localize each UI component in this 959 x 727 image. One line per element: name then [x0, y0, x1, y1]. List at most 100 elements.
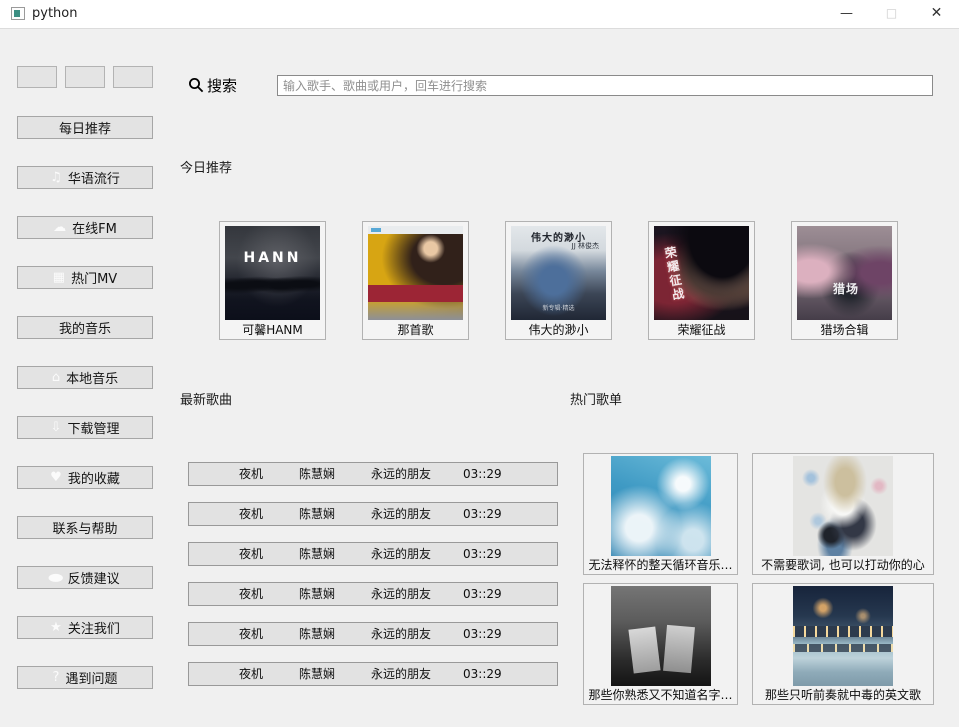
album-card[interactable]: 猎场 猎场合辑 [791, 221, 898, 340]
song-row[interactable]: 夜机 陈慧娴 永远的朋友 03::29 [188, 462, 558, 486]
album-title: 可馨HANM [242, 323, 303, 337]
search-input[interactable] [277, 75, 933, 96]
sidebar-item-label: 华语流行 [67, 172, 120, 187]
sidebar-item-problems[interactable]: ? 遇到问题 [17, 666, 153, 689]
sidebar-item-label: 本地音乐 [66, 372, 119, 387]
close-button[interactable]: ✕ [914, 0, 959, 28]
sidebar-item-label: 联系与帮助 [52, 522, 118, 537]
playlist-card[interactable]: 不需要歌词, 也可以打动你的心 [752, 453, 934, 575]
album-cover-foottext: 新专辑·精选 [542, 305, 575, 312]
song-name: 夜机 [239, 467, 264, 481]
song-artist: 陈慧娴 [299, 547, 336, 561]
album-cover-text: 猎场 [833, 282, 860, 296]
sidebar-item-label: 关注我们 [67, 622, 120, 637]
album-card[interactable]: HANN 可馨HANM [219, 221, 326, 340]
playlist-cover-art [610, 586, 711, 686]
album-cover-band [368, 285, 463, 302]
sidebar-item-label: 反馈建议 [67, 572, 120, 587]
album-title: 猎场合辑 [820, 323, 869, 337]
sidebar-item-label: 在线FM [72, 222, 117, 237]
sidebar-item-daily-recommend[interactable]: 每日推荐 [17, 116, 153, 139]
sidebar-small-button-1[interactable] [17, 66, 57, 88]
maximize-button[interactable]: □ [869, 0, 914, 28]
song-album: 永远的朋友 [371, 467, 432, 481]
search-label: 搜索 [207, 77, 238, 95]
sidebar-item-contact-help[interactable]: 联系与帮助 [17, 516, 153, 539]
titlebar: python — □ ✕ [0, 0, 959, 29]
minimize-button[interactable]: — [824, 0, 869, 28]
album-card[interactable]: 荣耀征战 荣耀征战 [648, 221, 755, 340]
cloud-icon: ☁ [53, 220, 67, 235]
album-title: 伟大的渺小 [528, 323, 589, 337]
song-row[interactable]: 夜机 陈慧娴 永远的朋友 03::29 [188, 582, 558, 606]
home-icon: ⌂ [51, 370, 61, 385]
playlist-title: 那些只听前奏就中毒的英文歌 [764, 688, 921, 702]
playlist-card[interactable]: 那些只听前奏就中毒的英文歌 [752, 583, 934, 705]
sidebar-item-label: 每日推荐 [58, 122, 111, 137]
sidebar-item-feedback[interactable]: ● 反馈建议 [17, 566, 153, 589]
song-row[interactable]: 夜机 陈慧娴 永远的朋友 03::29 [188, 502, 558, 526]
song-name: 夜机 [239, 507, 264, 521]
album-title: 荣耀征战 [677, 323, 726, 337]
star-icon: ★ [50, 620, 62, 635]
playlist-title: 不需要歌词, 也可以打动你的心 [761, 558, 925, 572]
section-today-recommend: 今日推荐 [180, 161, 233, 176]
song-album: 永远的朋友 [371, 627, 432, 641]
song-album: 永远的朋友 [371, 587, 432, 601]
song-duration: 03::29 [463, 667, 502, 681]
sidebar-item-label: 下载管理 [67, 422, 120, 437]
sidebar-item-my-favorites[interactable]: ♥ 我的收藏 [17, 466, 153, 489]
song-row[interactable]: 夜机 陈慧娴 永远的朋友 03::29 [188, 622, 558, 646]
song-name: 夜机 [239, 587, 264, 601]
playlist-cover-art [793, 456, 893, 556]
song-duration: 03::29 [463, 507, 502, 521]
heart-icon: ♥ [50, 470, 62, 485]
album-cover-figures [225, 268, 320, 300]
sidebar-item-chinese-pop[interactable]: ♫ 华语流行 [17, 166, 153, 189]
sidebar-item-local-music[interactable]: ⌂ 本地音乐 [17, 366, 153, 389]
section-hot-playlists: 热门歌单 [570, 393, 623, 408]
album-cover-art: 荣耀征战 [654, 226, 749, 320]
speech-bubble-icon: ● [47, 571, 65, 584]
song-artist: 陈慧娴 [299, 627, 336, 641]
sidebar-item-my-music[interactable]: 我的音乐 [17, 316, 153, 339]
song-artist: 陈慧娴 [299, 507, 336, 521]
album-cover-topbar [368, 226, 463, 234]
album-cover-art: 伟大的渺小 JJ 林俊杰 新专辑·精选 [511, 226, 606, 320]
sidebar-item-download-manager[interactable]: ⇩ 下载管理 [17, 416, 153, 439]
sidebar-small-button-3[interactable] [113, 66, 153, 88]
search-icon [188, 77, 204, 97]
bridge-lights [793, 626, 893, 637]
song-name: 夜机 [239, 627, 264, 641]
playlist-card[interactable]: 那些你熟悉又不知道名字… [583, 583, 738, 705]
album-cover-art: 猎场 [797, 226, 892, 320]
sidebar-item-hot-mv[interactable]: ▦ 热门MV [17, 266, 153, 289]
song-artist: 陈慧娴 [299, 467, 336, 481]
sidebar-item-online-fm[interactable]: ☁ 在线FM [17, 216, 153, 239]
song-duration: 03::29 [463, 467, 502, 481]
album-title: 那首歌 [397, 323, 434, 337]
album-card[interactable]: 伟大的渺小 JJ 林俊杰 新专辑·精选 伟大的渺小 [505, 221, 612, 340]
song-artist: 陈慧娴 [299, 587, 336, 601]
song-duration: 03::29 [463, 587, 502, 601]
song-album: 永远的朋友 [371, 547, 432, 561]
song-duration: 03::29 [463, 547, 502, 561]
app-icon [11, 7, 25, 20]
mv-grid-icon: ▦ [52, 270, 66, 285]
sidebar-item-follow-us[interactable]: ★ 关注我们 [17, 616, 153, 639]
song-artist: 陈慧娴 [299, 667, 336, 681]
playlist-cover-art [793, 586, 893, 686]
album-card[interactable]: 那首歌 [362, 221, 469, 340]
song-album: 永远的朋友 [371, 667, 432, 681]
download-icon: ⇩ [50, 420, 62, 435]
sidebar-item-label: 遇到问题 [65, 672, 118, 687]
album-cover-art: HANN [225, 226, 320, 320]
song-row[interactable]: 夜机 陈慧娴 永远的朋友 03::29 [188, 542, 558, 566]
playlist-card[interactable]: 无法释怀的整天循环音乐… [583, 453, 738, 575]
sidebar-small-button-2[interactable] [65, 66, 105, 88]
bridge-lights [793, 644, 893, 652]
sidebar-item-label: 热门MV [71, 272, 118, 287]
song-album: 永远的朋友 [371, 507, 432, 521]
song-name: 夜机 [239, 547, 264, 561]
song-row[interactable]: 夜机 陈慧娴 永远的朋友 03::29 [188, 662, 558, 686]
